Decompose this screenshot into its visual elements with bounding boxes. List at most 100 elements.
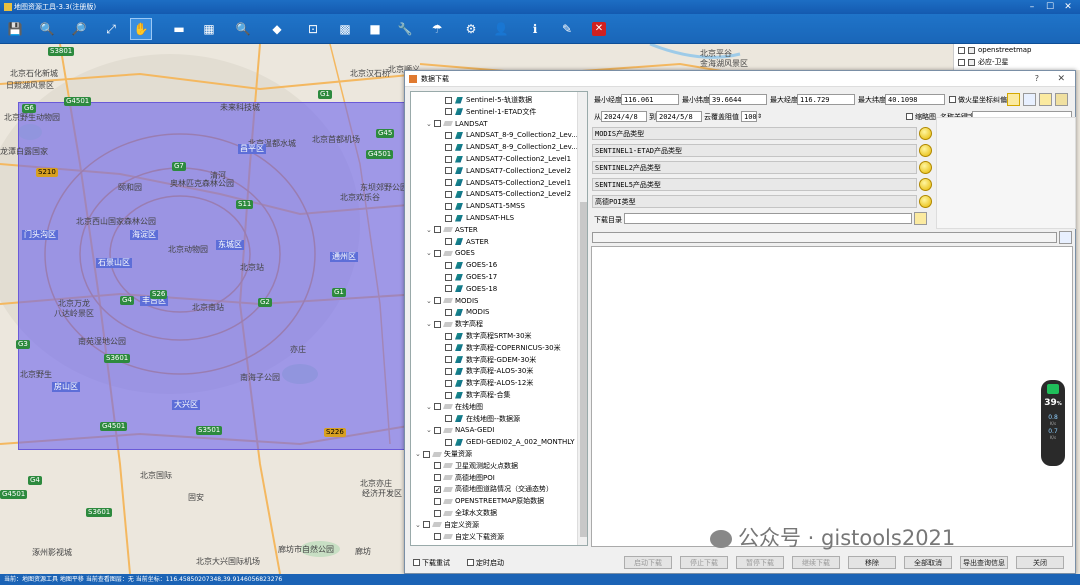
tree-checkbox[interactable] (445, 155, 452, 163)
tree-item[interactable]: 自定义下载资源 (426, 531, 504, 543)
tree-item[interactable]: LANDSAT_8-9_Collection2_Lev... (437, 141, 578, 153)
tree-item[interactable]: GOES-18 (437, 283, 497, 295)
product-select-icon[interactable] (919, 178, 932, 191)
full-extent-icon[interactable]: ⤢ (100, 18, 122, 40)
maximize-button[interactable]: ☐ (1042, 0, 1058, 14)
tree-checkbox[interactable] (434, 497, 441, 505)
save-icon[interactable]: 💾 (4, 18, 26, 40)
max-lat-input[interactable]: 40.1098 (885, 94, 945, 105)
tree-checkbox[interactable] (434, 120, 441, 128)
tree-checkbox[interactable] (445, 415, 452, 423)
tree-item[interactable]: MODIS (437, 306, 489, 318)
date-to-input[interactable]: 2024/5/8 (656, 111, 702, 122)
draw-extent-icon[interactable] (1007, 93, 1020, 106)
tree-checkbox[interactable] (445, 356, 452, 364)
tree-checkbox[interactable] (434, 320, 441, 328)
info-icon[interactable]: ℹ (524, 18, 546, 40)
retry-checkbox[interactable] (413, 559, 420, 566)
tree-item[interactable]: Sentinel-5-轨道数据 (437, 94, 532, 106)
expand-chevron-icon[interactable]: ⌄ (415, 519, 423, 531)
zoom-out-icon[interactable]: 🔎 (68, 18, 90, 40)
tree-checkbox[interactable] (445, 143, 452, 151)
tree-checkbox[interactable] (445, 190, 452, 198)
product-select-icon[interactable] (919, 127, 932, 140)
tree-item[interactable]: 数字高程-GDEM-30米 (437, 354, 536, 366)
tree-checkbox[interactable] (445, 438, 452, 446)
query-icon[interactable] (1023, 93, 1036, 106)
tree-item[interactable]: ⌄ 矢量资源 (415, 448, 472, 460)
tree-item[interactable]: 在线地图--数据源 (437, 413, 520, 425)
grid-icon[interactable]: ▦ (198, 18, 220, 40)
search-icon[interactable] (1059, 231, 1072, 244)
tree-checkbox[interactable] (434, 462, 441, 470)
tree-checkbox[interactable] (434, 426, 441, 434)
tree-item[interactable]: LANDSAT_8-9_Collection2_Lev... (437, 129, 578, 141)
scroll-thumb[interactable] (580, 202, 587, 537)
tree-checkbox[interactable] (434, 509, 441, 517)
tree-checkbox[interactable] (445, 367, 452, 375)
tree-item[interactable]: LANDSAT1-5MSS (437, 200, 525, 212)
tree-checkbox[interactable] (445, 344, 452, 352)
min-lat-input[interactable]: 39.6644 (709, 94, 767, 105)
expand-chevron-icon[interactable]: ⌄ (415, 448, 423, 460)
tree-checkbox[interactable] (445, 391, 452, 399)
grid-view-icon[interactable] (1055, 93, 1068, 106)
tree-checkbox[interactable] (445, 273, 452, 281)
cloud-cover-stepper[interactable]: ⇕ (757, 111, 762, 123)
expand-chevron-icon[interactable]: ⌄ (426, 424, 434, 436)
expand-chevron-icon[interactable]: ⌄ (426, 295, 434, 307)
layer-item-openstreetmap[interactable]: openstreetmap (954, 44, 1080, 56)
minimize-button[interactable]: – (1024, 0, 1040, 14)
clear-icon[interactable]: ■ (364, 18, 386, 40)
tree-checkbox[interactable] (434, 403, 441, 411)
tree-item[interactable]: ⌄ 数字高程 (426, 318, 483, 330)
tree-item[interactable]: 数字高程-ALOS-30米 (437, 365, 533, 377)
tree-checkbox[interactable] (445, 285, 452, 293)
tree-item[interactable]: OPENSTREETMAP原始数据 (426, 495, 544, 507)
action-button[interactable]: 继续下载 (792, 556, 840, 569)
action-button[interactable]: 移除 (848, 556, 896, 569)
tree-checkbox[interactable] (434, 226, 441, 234)
download-dir-input[interactable] (624, 213, 912, 224)
tree-item[interactable]: ⌄ 在线地图 (426, 401, 483, 413)
folder-open-icon[interactable] (1039, 93, 1052, 106)
mars-correction-checkbox[interactable] (949, 96, 956, 103)
tree-checkbox[interactable] (445, 131, 452, 139)
layer-checkbox[interactable] (958, 46, 965, 54)
tree-item[interactable]: ⌄ LANDSAT (426, 118, 488, 130)
zoom-in-icon[interactable]: 🔍 (36, 18, 58, 40)
thumbnail-checkbox[interactable] (906, 113, 913, 120)
tree-checkbox[interactable] (434, 485, 441, 493)
action-button[interactable]: 全部取消 (904, 556, 952, 569)
tree-item[interactable]: LANDSAT7-Collection2_Level2 (437, 165, 571, 177)
tree-item[interactable]: LANDSAT5-Collection2_Level1 (437, 177, 571, 189)
expand-chevron-icon[interactable]: ⌄ (426, 318, 434, 330)
tree-checkbox[interactable] (445, 202, 452, 210)
layer-icon[interactable]: ◆ (266, 18, 288, 40)
tree-item[interactable]: ⌄ GOES (426, 247, 475, 259)
window-close-button[interactable]: ✕ (1060, 0, 1076, 14)
tree-checkbox[interactable] (434, 533, 441, 541)
expand-chevron-icon[interactable]: ⌄ (426, 247, 434, 259)
tree-checkbox[interactable] (445, 379, 452, 387)
min-lon-input[interactable]: 116.061 (621, 94, 679, 105)
weather-icon[interactable]: ☂ (426, 18, 448, 40)
user-icon[interactable]: 👤 (490, 18, 512, 40)
product-select-icon[interactable] (919, 195, 932, 208)
settings-icon[interactable]: ⚙ (460, 18, 482, 40)
tree-checkbox[interactable] (445, 167, 452, 175)
action-button[interactable]: 关闭 (1016, 556, 1064, 569)
product-type-field[interactable]: 高德POI类型 (592, 195, 917, 208)
tree-item[interactable]: ⌄ ASTER (426, 224, 478, 236)
tree-item[interactable]: 高德地图POI (426, 472, 495, 484)
action-button[interactable]: 导出查询信息 (960, 556, 1008, 569)
product-type-field[interactable]: SENTINEL5产品类型 (592, 178, 917, 191)
action-button[interactable]: 停止下载 (680, 556, 728, 569)
expand-chevron-icon[interactable]: ⌄ (426, 224, 434, 236)
tree-item[interactable]: ASTER (437, 236, 489, 248)
pan-hand-icon[interactable]: ✋ (130, 18, 152, 40)
tree-item[interactable]: 数字高程-ALOS-12米 (437, 377, 533, 389)
fit-icon[interactable]: ⊡ (302, 18, 324, 40)
tree-item[interactable]: 数字高程-COPERNICUS-30米 (437, 342, 561, 354)
tree-checkbox[interactable] (445, 332, 452, 340)
